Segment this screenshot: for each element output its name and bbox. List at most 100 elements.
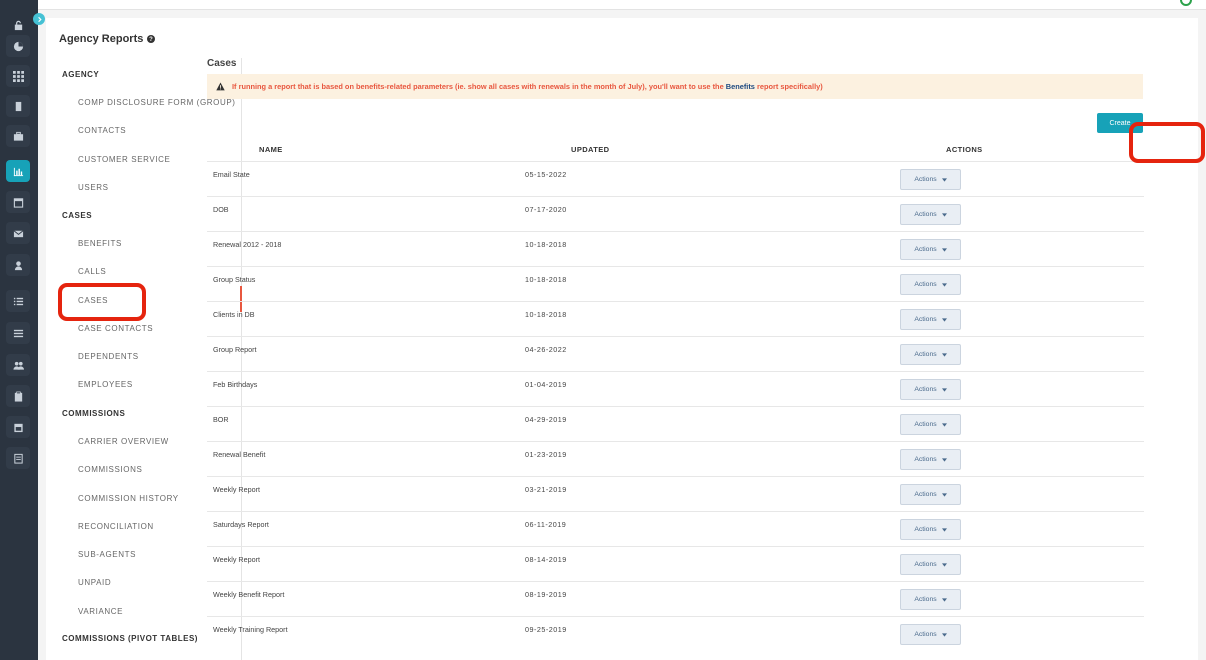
- caret-down-icon: [941, 247, 947, 252]
- nav-item-commissions[interactable]: COMMISSIONS: [78, 465, 142, 474]
- report-updated: 04-29-2019: [525, 415, 567, 424]
- nav-item-unpaid[interactable]: UNPAID: [78, 578, 111, 587]
- nav-item-users[interactable]: USERS: [78, 183, 109, 192]
- nav-item-benefits[interactable]: BENEFITS: [78, 239, 122, 248]
- report-name[interactable]: Saturdays Report: [213, 520, 269, 529]
- nav-item-dependents[interactable]: DEPENDENTS: [78, 352, 139, 361]
- report-name[interactable]: Weekly Benefit Report: [213, 590, 284, 599]
- nav-item-carrier-overview[interactable]: CARRIER OVERVIEW: [78, 437, 169, 446]
- actions-dropdown-button[interactable]: Actions: [900, 484, 961, 505]
- actions-label: Actions: [914, 596, 937, 603]
- nav-group-agency: AGENCY: [62, 70, 100, 79]
- user-icon[interactable]: [6, 254, 30, 276]
- caret-down-icon: [941, 527, 947, 532]
- actions-label: Actions: [914, 316, 937, 323]
- actions-dropdown-button[interactable]: Actions: [900, 554, 961, 575]
- caret-down-icon: [941, 352, 947, 357]
- report-name[interactable]: Feb Birthdays: [213, 380, 257, 389]
- page-title-text: Agency Reports: [59, 33, 144, 45]
- caret-down-icon: [941, 177, 947, 182]
- caret-down-icon: [941, 387, 947, 392]
- nav-item-customer-service[interactable]: CUSTOMER SERVICE: [78, 155, 170, 164]
- calendar-icon[interactable]: [6, 191, 30, 213]
- grid-icon[interactable]: [6, 65, 30, 87]
- actions-label: Actions: [914, 211, 937, 218]
- report-name[interactable]: Weekly Training Report: [213, 625, 288, 634]
- reports-icon[interactable]: [6, 160, 30, 182]
- actions-dropdown-button[interactable]: Actions: [900, 449, 961, 470]
- actions-dropdown-button[interactable]: Actions: [900, 624, 961, 645]
- actions-dropdown-button[interactable]: Actions: [900, 589, 961, 610]
- lock-icon[interactable]: [6, 14, 30, 36]
- column-header-updated: UPDATED: [571, 145, 610, 154]
- table-row: Clients in DB 10-18-2018 Actions: [207, 301, 1144, 336]
- report-name[interactable]: Group Report: [213, 345, 257, 354]
- report-name[interactable]: Email State: [213, 170, 250, 179]
- report-name[interactable]: Weekly Report: [213, 555, 260, 564]
- report-name[interactable]: Renewal Benefit: [213, 450, 265, 459]
- report-updated: 03-21-2019: [525, 485, 567, 494]
- table-row: Group Status 10-18-2018 Actions: [207, 266, 1144, 301]
- report-updated: 09-25-2019: [525, 625, 567, 634]
- actions-dropdown-button[interactable]: Actions: [900, 169, 961, 190]
- nav-item-comp-disclosure-form-group[interactable]: COMP DISCLOSURE FORM (GROUP): [78, 98, 236, 107]
- report-name[interactable]: Clients in DB: [213, 310, 255, 319]
- nav-group-commissions: COMMISSIONS: [62, 409, 126, 418]
- alert-text-after: report specifically): [756, 82, 823, 91]
- nav-item-case-contacts[interactable]: CASE CONTACTS: [78, 324, 153, 333]
- report-name[interactable]: Weekly Report: [213, 485, 260, 494]
- actions-dropdown-button[interactable]: Actions: [900, 379, 961, 400]
- nav-item-contacts[interactable]: CONTACTS: [78, 126, 126, 135]
- report-updated: 10-18-2018: [525, 240, 567, 249]
- actions-label: Actions: [914, 526, 937, 533]
- caret-down-icon: [941, 422, 947, 427]
- actions-label: Actions: [914, 351, 937, 358]
- report-name[interactable]: DOB: [213, 205, 229, 214]
- column-header-actions: ACTIONS: [946, 145, 983, 154]
- table-row: Email State 05-15-2022 Actions: [207, 161, 1144, 196]
- nav-item-variance[interactable]: VARIANCE: [78, 607, 123, 616]
- report-name[interactable]: Renewal 2012 - 2018: [213, 240, 281, 249]
- nav-item-reconciliation[interactable]: RECONCILIATION: [78, 522, 154, 531]
- help-icon[interactable]: ?: [147, 35, 156, 43]
- actions-dropdown-button[interactable]: Actions: [900, 274, 961, 295]
- warning-icon: [216, 82, 225, 91]
- document-icon[interactable]: [6, 447, 30, 469]
- table-row: Feb Birthdays 01-04-2019 Actions: [207, 371, 1144, 406]
- caret-down-icon: [941, 597, 947, 602]
- users-icon[interactable]: [6, 354, 30, 376]
- actions-dropdown-button[interactable]: Actions: [900, 309, 961, 330]
- nav-item-calls[interactable]: CALLS: [78, 267, 106, 276]
- actions-dropdown-button[interactable]: Actions: [900, 344, 961, 365]
- table-row: DOB 07-17-2020 Actions: [207, 196, 1144, 231]
- briefcase-icon[interactable]: [6, 125, 30, 147]
- actions-label: Actions: [914, 246, 937, 253]
- caret-down-icon: [941, 212, 947, 217]
- menu-icon[interactable]: [6, 322, 30, 344]
- nav-item-employees[interactable]: EMPLOYEES: [78, 380, 133, 389]
- actions-dropdown-button[interactable]: Actions: [900, 239, 961, 260]
- dashboard-icon[interactable]: [6, 35, 30, 57]
- calendar-alt-icon[interactable]: [6, 416, 30, 438]
- report-name[interactable]: BOR: [213, 415, 229, 424]
- table-row: Saturdays Report 06-11-2019 Actions: [207, 511, 1144, 546]
- actions-dropdown-button[interactable]: Actions: [900, 414, 961, 435]
- book-icon[interactable]: [6, 95, 30, 117]
- expand-sidebar-icon[interactable]: [33, 13, 45, 25]
- mail-icon[interactable]: [6, 222, 30, 244]
- actions-label: Actions: [914, 631, 937, 638]
- actions-dropdown-button[interactable]: Actions: [900, 204, 961, 225]
- reports-table: Email State 05-15-2022 Actions DOB 07-17-202…: [207, 161, 1144, 651]
- report-name[interactable]: Group Status: [213, 275, 255, 284]
- page-title: Agency Reports ?: [59, 33, 156, 45]
- svg-text:?: ?: [150, 37, 154, 43]
- actions-label: Actions: [914, 386, 937, 393]
- clipboard-icon[interactable]: [6, 385, 30, 407]
- list-icon[interactable]: [6, 290, 30, 312]
- actions-dropdown-button[interactable]: Actions: [900, 519, 961, 540]
- benefits-link[interactable]: Benefits: [726, 82, 755, 91]
- report-updated: 08-19-2019: [525, 590, 567, 599]
- highlight-cases-item: [58, 283, 146, 321]
- nav-item-sub-agents[interactable]: SUB-AGENTS: [78, 550, 136, 559]
- nav-item-commission-history[interactable]: COMMISSION HISTORY: [78, 494, 179, 503]
